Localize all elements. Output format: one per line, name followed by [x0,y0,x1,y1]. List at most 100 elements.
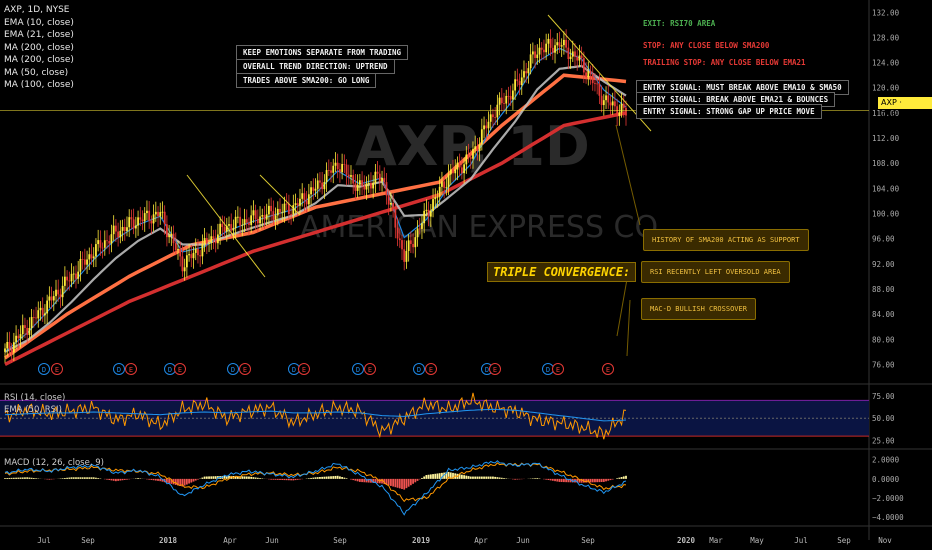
candle-body [256,218,259,224]
candle-body [336,162,339,170]
macd-histogram-bar [620,477,623,479]
macd-label[interactable]: MACD (12, 26, close, 9) [4,458,104,468]
candle-body [585,72,587,77]
macd-histogram-bar [83,477,86,479]
macd-histogram-bar [75,477,77,479]
last-price-tag[interactable]: AXP · 116.4100 [878,97,932,119]
rsi-tick-label: 25.00 [872,437,895,446]
rsi-panel [0,399,932,450]
candle-body [199,255,202,257]
price-tick-label: 80.00 [872,335,895,344]
macd-histogram-bar [183,478,186,486]
rsi-label[interactable]: RSI (14, close) [4,393,65,403]
macd-histogram-bar [270,478,273,480]
macd-histogram-bar [407,478,410,487]
candle-body [154,211,157,215]
candle-body [503,103,505,104]
macd-histogram-bar [465,475,468,479]
price-tick-label: 100.00 [872,210,900,219]
candle-body [119,230,122,238]
candle-body [625,107,627,116]
macd-histogram-bar [46,478,49,480]
macd-tick-label: −4.0000 [872,513,904,522]
event-label: D [417,366,421,374]
macd-histogram-bar [352,478,355,481]
macd-histogram-bar [256,477,259,479]
macd-histogram-bar [401,478,403,489]
candle-body [90,254,93,259]
candle-body [248,222,250,225]
candle-body [460,167,463,174]
macd-histogram-bar [319,477,321,479]
legend-ma200-b[interactable]: MA (200, close) [4,54,74,67]
macd-histogram-bar [476,476,479,479]
event-label: E [556,366,560,374]
candle-body [234,216,237,229]
candle-body [505,95,508,104]
macd-histogram-bar [119,478,122,481]
price-tick-label: 124.00 [872,59,900,68]
candle-body [594,83,596,84]
macd-histogram-bar [252,477,255,479]
candle-body [529,54,532,69]
x-tick-label: Jun [516,536,530,545]
candle-body [148,210,151,221]
price-tick-label: 120.00 [872,84,900,93]
candle-body [374,171,377,183]
macd-histogram-bar [436,473,439,479]
candle-body [558,42,561,47]
candle-body [556,42,559,46]
candle-body [527,68,530,74]
macd-histogram-bar [292,478,295,481]
macd-histogram-bar [290,478,293,481]
triple-convergence-label: TRIPLE CONVERGENCE: [487,262,637,282]
candle-body [24,325,26,328]
price-tick-label: 104.00 [872,184,900,193]
candle-body [41,307,44,316]
candle-body [159,212,162,217]
candle-body [492,114,494,118]
macd-histogram-bar [19,477,22,479]
macd-histogram-bar [68,477,71,479]
legend-ma50[interactable]: MA (50, close) [4,67,74,80]
candle-body [472,149,474,159]
event-label: E [178,366,182,374]
macd-histogram-bar [248,476,250,479]
legend-title[interactable]: AXP, 1D, NYSE [4,4,74,17]
candle-body [547,38,550,44]
candle-body [39,307,42,311]
rsi-ema-label[interactable]: EMA (50, RSI) [4,405,62,415]
legend-ema21[interactable]: EMA (21, close) [4,29,74,42]
candle-body [26,327,29,335]
candle-body [538,47,541,55]
candle-body [467,154,470,158]
macd-histogram-bar [323,476,326,479]
candle-body [358,180,361,185]
macd-histogram-bar [478,476,481,479]
candle-body [214,238,217,244]
macd-histogram-bar [421,477,423,479]
macd-histogram-bar [611,478,614,480]
macd-histogram-bar [485,476,488,479]
macd-histogram-bar [121,478,124,481]
candle-body [130,217,133,220]
candle-body [407,240,410,252]
candle-body [447,174,450,188]
event-label: D [117,366,121,374]
candle-body [383,177,386,183]
legend-ema10[interactable]: EMA (10, close) [4,17,74,30]
legend-ma200-a[interactable]: MA (200, close) [4,42,74,55]
legend-ma100[interactable]: MA (100, close) [4,79,74,92]
candle-body [576,56,579,61]
candle-body [223,227,226,232]
candle-body [201,244,204,257]
macd-histogram-bar [600,478,603,483]
macd-histogram-bar [591,478,594,483]
candle-body [219,223,222,235]
candle-body [276,208,279,216]
candle-body [334,162,337,166]
macd-histogram-bar [15,477,17,479]
candle-body [565,39,568,48]
candle-body [212,236,215,239]
candle-body [81,258,84,260]
